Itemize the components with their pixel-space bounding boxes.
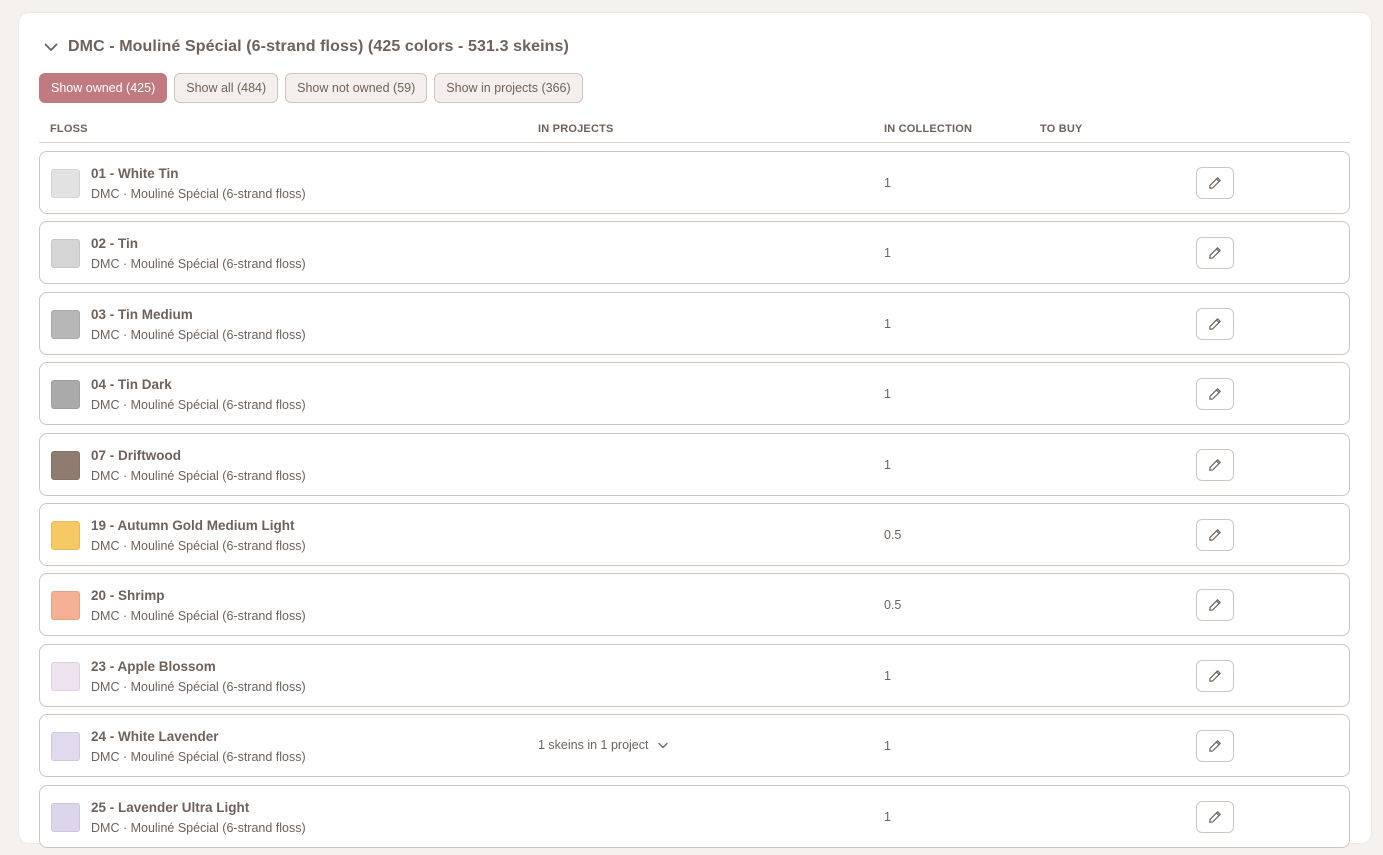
color-swatch [51, 591, 80, 621]
floss-name: 20 - Shrimp [91, 588, 165, 604]
in-collection-value: 1 [884, 246, 891, 261]
color-swatch [51, 661, 80, 691]
column-in-projects: IN PROJECTS [538, 123, 614, 135]
filter-show-not-owned[interactable]: Show not owned (59) [285, 73, 428, 103]
filter-show-in-projects[interactable]: Show in projects (366) [434, 73, 583, 103]
in-collection-value: 1 [884, 668, 891, 683]
floss-brand-line: DMC · Mouliné Spécial (6-strand floss) [91, 468, 306, 483]
floss-brand-line: DMC · Mouliné Spécial (6-strand floss) [91, 398, 306, 413]
edit-button[interactable] [1196, 448, 1234, 481]
filter-bar: Show owned (425) Show all (484) Show not… [39, 73, 583, 103]
pencil-icon [1208, 528, 1222, 542]
floss-brand-line: DMC · Mouliné Spécial (6-strand floss) [91, 327, 306, 342]
edit-button[interactable] [1196, 518, 1234, 551]
color-swatch [51, 450, 80, 480]
pencil-icon [1208, 810, 1222, 824]
color-swatch [51, 169, 80, 198]
edit-button[interactable] [1196, 167, 1234, 199]
floss-row: 04 - Tin Dark DMC · Mouliné Spécial (6-st… [39, 362, 1350, 426]
filter-show-all[interactable]: Show all (484) [174, 73, 279, 103]
pencil-icon [1208, 739, 1222, 753]
pencil-icon [1208, 317, 1222, 331]
edit-button[interactable] [1196, 589, 1234, 622]
in-collection-value: 1 [884, 176, 891, 190]
pencil-icon [1208, 598, 1222, 612]
floss-row: 25 - Lavender Ultra Light DMC · Mouliné S… [39, 784, 1350, 848]
column-in-collection: IN COLLECTION [884, 123, 973, 135]
floss-brand-line: DMC · Mouliné Spécial (6-strand floss) [91, 609, 306, 624]
filter-show-owned[interactable]: Show owned (425) [39, 73, 168, 103]
floss-name: 23 - Apple Blossom [91, 658, 216, 674]
floss-brand-line: DMC · Mouliné Spécial (6-strand floss) [91, 187, 306, 201]
in-collection-value: 1 [884, 316, 891, 331]
edit-button[interactable] [1196, 659, 1234, 692]
column-to-buy: TO BUY [1040, 123, 1083, 135]
color-swatch [51, 732, 80, 762]
column-floss: FLOSS [50, 123, 88, 135]
floss-row: 01 - White Tin DMC · Mouliné Spécial (6-s… [39, 151, 1350, 214]
color-swatch [51, 802, 80, 832]
color-swatch [51, 309, 80, 339]
pencil-icon [1208, 387, 1222, 401]
floss-brand-line: DMC · Mouliné Spécial (6-strand floss) [91, 538, 306, 553]
floss-brand-line: DMC · Mouliné Spécial (6-strand floss) [91, 750, 306, 765]
floss-name: 01 - White Tin [91, 166, 179, 181]
floss-list: 01 - White Tin DMC · Mouliné Spécial (6-s… [39, 151, 1350, 855]
pencil-icon [1208, 669, 1222, 683]
edit-button[interactable] [1196, 800, 1234, 833]
floss-name: 02 - Tin [91, 236, 139, 252]
floss-row: 02 - Tin DMC · Mouliné Spécial (6-strand … [39, 221, 1350, 285]
section-toggle[interactable]: DMC - Mouliné Spécial (6-strand floss) (… [41, 37, 569, 57]
floss-name: 07 - Driftwood [91, 447, 181, 463]
in-projects-text: 1 skeins in 1 project [538, 738, 649, 753]
color-swatch [51, 520, 80, 550]
in-projects-toggle[interactable]: 1 skeins in 1 project [538, 738, 669, 753]
floss-name: 24 - White Lavender [91, 729, 219, 745]
floss-brand-line: DMC · Mouliné Spécial (6-strand floss) [91, 257, 306, 272]
in-collection-value: 1 [884, 387, 891, 402]
edit-button[interactable] [1196, 307, 1234, 340]
edit-button[interactable] [1196, 237, 1234, 270]
chevron-down-icon [41, 37, 61, 57]
in-collection-value: 1 [884, 739, 891, 754]
color-swatch [51, 380, 80, 410]
floss-row: 23 - Apple Blossom DMC · Mouliné Spécial … [39, 643, 1350, 707]
floss-name: 25 - Lavender Ultra Light [91, 799, 250, 815]
pencil-icon [1208, 458, 1222, 472]
in-collection-value: 0.5 [884, 598, 902, 613]
floss-row: 19 - Autumn Gold Medium Light DMC · Mouli… [39, 502, 1350, 566]
in-collection-value: 1 [884, 809, 891, 824]
floss-name: 04 - Tin Dark [91, 377, 172, 393]
floss-brand-line: DMC · Mouliné Spécial (6-strand floss) [91, 679, 306, 694]
edit-button[interactable] [1196, 730, 1234, 763]
pencil-icon [1208, 176, 1222, 190]
floss-row: 03 - Tin Medium DMC · Mouliné Spécial (6-… [39, 291, 1350, 355]
edit-button[interactable] [1196, 378, 1234, 411]
floss-row: 24 - White Lavender DMC · Mouliné Spécial… [39, 714, 1350, 778]
in-collection-value: 0.5 [884, 527, 902, 542]
pencil-icon [1208, 246, 1222, 260]
floss-row: 07 - Driftwood DMC · Mouliné Spécial (6-s… [39, 432, 1350, 496]
section-title: DMC - Mouliné Spécial (6-strand floss) (… [68, 38, 569, 55]
floss-name: 03 - Tin Medium [91, 306, 193, 322]
floss-name: 19 - Autumn Gold Medium Light [91, 517, 295, 533]
floss-collection-panel: DMC - Mouliné Spécial (6-strand floss) (… [19, 13, 1371, 848]
chevron-down-icon [654, 738, 669, 752]
in-collection-value: 1 [884, 457, 891, 472]
floss-row: 20 - Shrimp DMC · Mouliné Spécial (6-stra… [39, 573, 1350, 637]
table-header: FLOSS IN PROJECTS IN COLLECTION TO BUY [39, 117, 1350, 143]
color-swatch [51, 239, 80, 269]
